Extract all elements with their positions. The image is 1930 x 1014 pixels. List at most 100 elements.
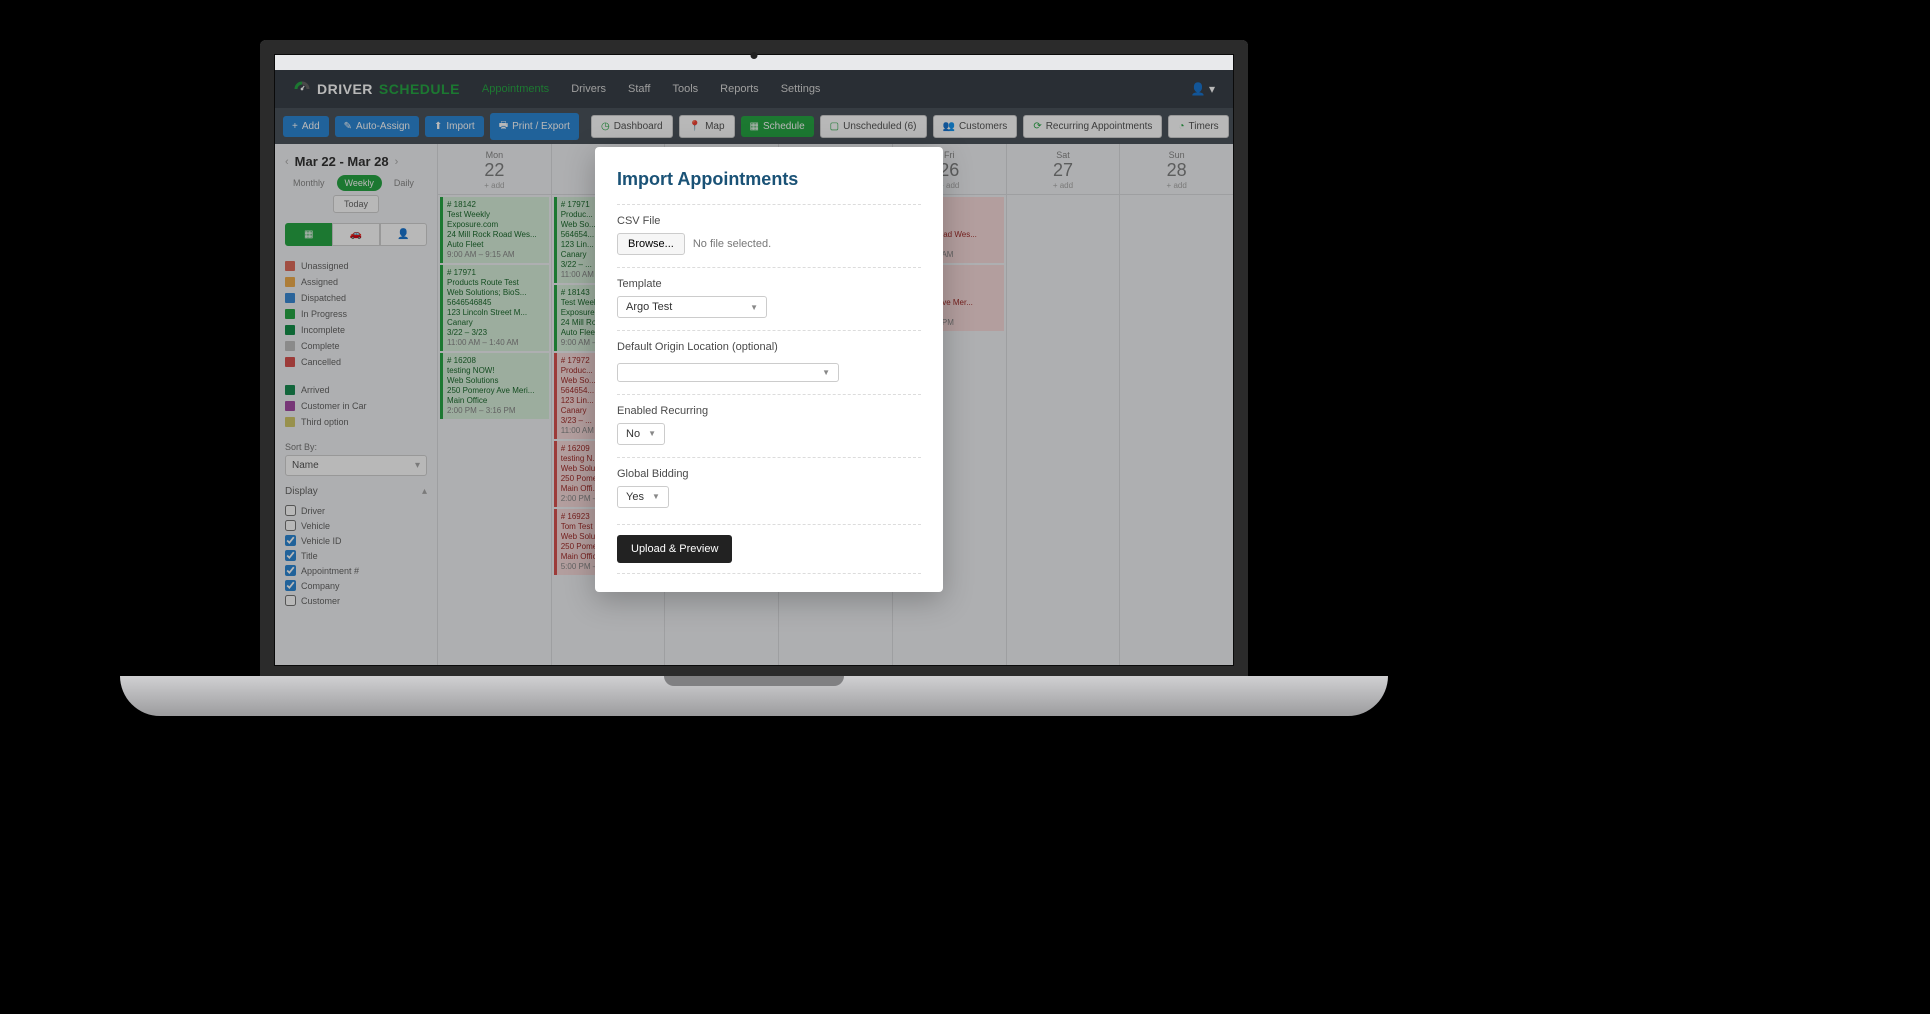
laptop-base [120,676,1388,716]
display-option[interactable]: Driver [285,503,427,518]
appointment-line: # 16208 [447,356,545,366]
appointment-card[interactable]: # 16208testing NOW!Web Solutions250 Pome… [440,353,549,419]
view-monthly[interactable]: Monthly [285,175,333,191]
legend-item: Customer in Car [285,398,427,414]
sidebar: ‹ Mar 22 - Mar 28 › Monthly Weekly Daily… [275,144,437,665]
add-appointment-slot[interactable]: + add [1120,181,1233,190]
prev-week-button[interactable]: ‹ [285,156,289,168]
legend-item: In Progress [285,306,427,322]
tab-map[interactable]: 📍Map [679,115,735,138]
tab-timers[interactable]: ◔Timers [1168,115,1228,138]
nav-drivers[interactable]: Drivers [571,83,606,95]
legend-item: Complete [285,338,427,354]
legend-item: Incomplete [285,322,427,338]
appointment-line: 2:00 PM – 3:16 PM [447,406,545,416]
bidding-label: Global Bidding [617,468,921,480]
mode-driver[interactable]: 👤 [380,223,427,246]
add-button[interactable]: +Add [283,116,329,137]
tab-schedule[interactable]: ▦Schedule [741,116,814,137]
display-checkbox[interactable] [285,535,296,546]
appointment-line: 24 Mill Rock Road Wes... [447,230,545,240]
day-number: 27 [1007,160,1120,181]
nav-staff[interactable]: Staff [628,83,650,95]
csv-label: CSV File [617,215,921,227]
display-option-label: Title [301,551,318,561]
legend-label: Complete [301,341,340,351]
display-checkbox[interactable] [285,520,296,531]
view-daily[interactable]: Daily [386,175,422,191]
import-button[interactable]: ⬆Import [425,116,484,137]
brand: DRIVER SCHEDULE [293,80,460,98]
appointment-line: # 18142 [447,200,545,210]
display-option[interactable]: Vehicle ID [285,533,427,548]
legend-label: Incomplete [301,325,345,335]
pin-icon: 📍 [689,121,701,132]
subbar: +Add ✎Auto-Assign ⬆Import 🖶Print / Expor… [275,108,1233,144]
print-export-button[interactable]: 🖶Print / Export [490,113,579,140]
appointment-card[interactable]: # 18142Test WeeklyExposure.com24 Mill Ro… [440,197,549,263]
tab-dashboard[interactable]: ◷Dashboard [591,115,673,138]
nav-appointments[interactable]: Appointments [482,83,549,95]
sort-select[interactable]: Name▾ [285,455,427,476]
display-checkbox[interactable] [285,550,296,561]
mode-vehicle[interactable]: 🚗 [332,223,379,246]
calendar-empty-icon: ▢ [830,121,839,132]
view-weekly[interactable]: Weekly [337,175,382,191]
user-menu-icon[interactable]: 👤 ▾ [1191,82,1215,96]
appointment-line: 9:00 AM – 9:15 AM [447,250,545,260]
appointment-line: Canary [447,318,545,328]
appointment-line: Exposure.com [447,220,545,230]
tab-unscheduled[interactable]: ▢Unscheduled (6) [820,115,927,138]
appointment-line: 11:00 AM – 1:40 AM [447,338,545,348]
display-checkbox[interactable] [285,565,296,576]
display-option[interactable]: Title [285,548,427,563]
display-option-label: Appointment # [301,566,359,576]
tab-customers[interactable]: 👥Customers [933,115,1018,138]
template-select[interactable]: Argo Test▼ [617,296,767,318]
mode-calendar[interactable]: ▦ [285,223,332,246]
legend-swatch-icon [285,401,295,411]
display-checkbox[interactable] [285,595,296,606]
recurring-label: Enabled Recurring [617,405,921,417]
appointment-line: Web Solutions [447,376,545,386]
caret-down-icon: ▼ [648,429,656,438]
legend-label: Arrived [301,385,330,395]
display-option[interactable]: Vehicle [285,518,427,533]
appointment-line: # 17971 [447,268,545,278]
legend-swatch-icon [285,357,295,367]
today-button[interactable]: Today [333,195,379,213]
legend-label: In Progress [301,309,347,319]
day-number: 28 [1120,160,1233,181]
legend-swatch-icon [285,261,295,271]
display-option[interactable]: Company [285,578,427,593]
add-appointment-slot[interactable]: + add [438,181,551,190]
day-events [1120,195,1233,665]
modal-title: Import Appointments [617,169,921,190]
tab-recurring[interactable]: ⟳Recurring Appointments [1023,115,1162,138]
display-option[interactable]: Customer [285,593,427,608]
appointment-card[interactable]: # 17971Products Route TestWeb Solutions;… [440,265,549,351]
day-header: Sat27+ add [1007,144,1120,195]
display-toggle[interactable]: Display ▴ [285,486,427,497]
add-appointment-slot[interactable]: + add [1007,181,1120,190]
display-checkbox[interactable] [285,580,296,591]
origin-select[interactable]: ▼ [617,363,839,382]
day-column: Mon22+ add# 18142Test WeeklyExposure.com… [437,144,551,665]
nav-settings[interactable]: Settings [781,83,821,95]
bidding-select[interactable]: Yes▼ [617,486,669,508]
nav-reports[interactable]: Reports [720,83,759,95]
origin-label: Default Origin Location (optional) [617,341,921,353]
next-week-button[interactable]: › [395,156,399,168]
display-option[interactable]: Appointment # [285,563,427,578]
auto-assign-button[interactable]: ✎Auto-Assign [335,116,419,137]
browse-button[interactable]: Browse... [617,233,685,255]
legend-label: Unassigned [301,261,349,271]
legend-label: Cancelled [301,357,341,367]
brand-logo-icon [293,80,311,98]
display-checkbox[interactable] [285,505,296,516]
customers-icon: 👥 [943,121,955,132]
legend-item: Unassigned [285,258,427,274]
upload-preview-button[interactable]: Upload & Preview [617,535,732,563]
recurring-select[interactable]: No▼ [617,423,665,445]
nav-tools[interactable]: Tools [672,83,698,95]
